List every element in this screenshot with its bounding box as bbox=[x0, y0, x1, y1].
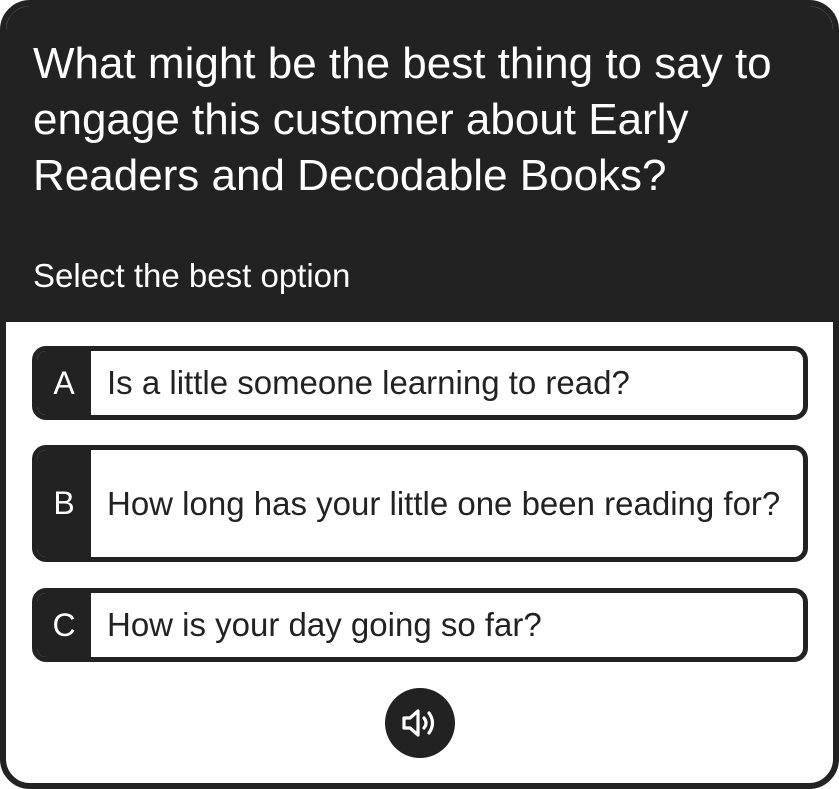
question-text: What might be the best thing to say to e… bbox=[33, 39, 772, 200]
speaker-icon bbox=[402, 709, 435, 737]
option-c-letter: C bbox=[37, 593, 91, 657]
option-a-button[interactable]: A Is a little someone learning to read? bbox=[32, 346, 808, 420]
option-c-text: How is your day going so far? bbox=[107, 606, 542, 643]
option-b-letter: B bbox=[37, 450, 91, 557]
option-b-button[interactable]: B How long has your little one been read… bbox=[32, 445, 808, 562]
option-b-text: How long has your little one been readin… bbox=[107, 484, 781, 522]
question-header: What might be the best thing to say to e… bbox=[6, 6, 833, 322]
option-a-letter: A bbox=[37, 351, 91, 415]
option-c-button[interactable]: C How is your day going so far? bbox=[32, 588, 808, 662]
instruction-text: Select the best option bbox=[33, 257, 351, 294]
question-card: What might be the best thing to say to e… bbox=[0, 0, 839, 789]
play-audio-button[interactable] bbox=[385, 688, 455, 758]
option-a-text: Is a little someone learning to read? bbox=[107, 364, 630, 401]
